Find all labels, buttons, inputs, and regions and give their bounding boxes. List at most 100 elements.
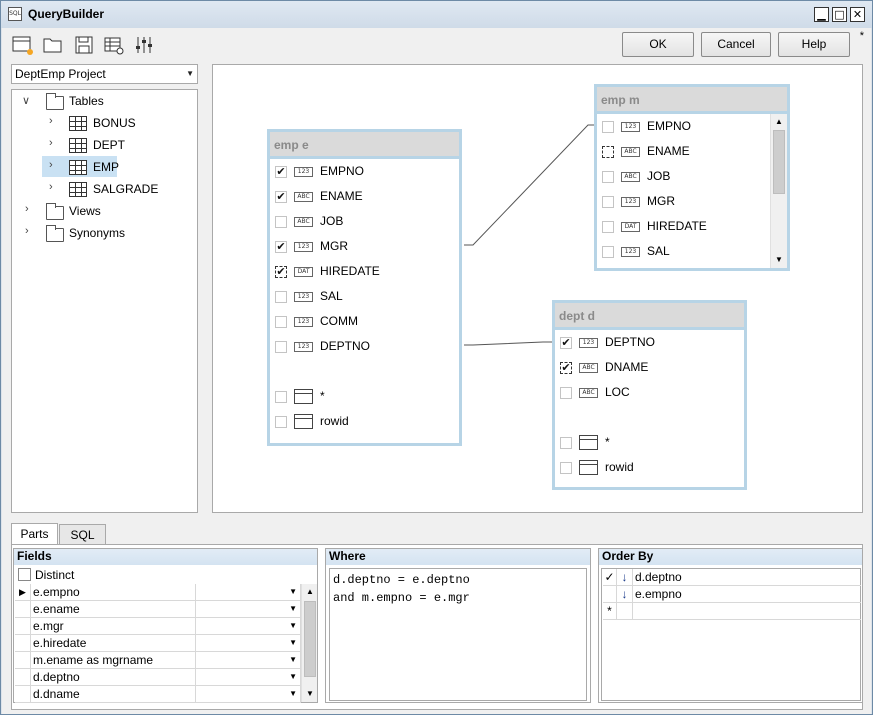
minimize-button[interactable]: ▁ xyxy=(814,7,829,22)
field-checkbox[interactable]: ✔ xyxy=(275,266,287,278)
rowid-row[interactable]: rowid xyxy=(270,409,459,434)
field-row-dname[interactable]: ✔ ABC DNAME xyxy=(555,355,744,380)
field-checkbox[interactable] xyxy=(602,171,614,183)
tree-node-synonyms[interactable]: Synonyms xyxy=(69,223,125,243)
chevron-right-icon[interactable]: › xyxy=(25,225,29,237)
table-row[interactable]: m.ename as mgrname ▼ xyxy=(15,652,301,669)
field-row-mgr[interactable]: 123 MGR xyxy=(597,189,787,214)
chevron-down-icon[interactable]: ▼ xyxy=(289,601,297,617)
orderby-field[interactable]: d.deptno xyxy=(633,569,861,586)
chevron-right-icon[interactable]: › xyxy=(49,137,53,149)
field-checkbox[interactable] xyxy=(275,416,287,428)
field-checkbox[interactable]: ✔ xyxy=(275,241,287,253)
table-emp-m-title[interactable]: emp m xyxy=(597,87,787,114)
star-row[interactable]: * xyxy=(555,430,744,455)
field-checkbox[interactable] xyxy=(602,246,614,258)
field-checkbox[interactable] xyxy=(560,387,572,399)
field-checkbox[interactable] xyxy=(602,121,614,133)
chevron-down-icon[interactable]: ▼ xyxy=(289,669,297,685)
field-checkbox[interactable] xyxy=(602,146,614,158)
field-alias-select[interactable]: ▼ xyxy=(196,635,301,652)
field-alias-select[interactable]: ▼ xyxy=(196,584,301,601)
field-row-sal[interactable]: 123 SAL xyxy=(597,239,787,264)
tree-node-views[interactable]: Views xyxy=(69,201,101,221)
cancel-button[interactable]: Cancel xyxy=(701,32,771,57)
maximize-button[interactable]: □ xyxy=(832,7,847,22)
field-expression[interactable]: e.mgr xyxy=(31,618,196,635)
table-dept-d-title[interactable]: dept d xyxy=(555,303,744,330)
fields-scrollbar[interactable]: ▲ ▼ xyxy=(301,584,317,702)
field-checkbox[interactable] xyxy=(275,216,287,228)
tree-node-tables[interactable]: Tables xyxy=(69,91,104,111)
chevron-down-icon[interactable]: ▼ xyxy=(289,652,297,668)
field-row-mgr[interactable]: ✔ 123 MGR xyxy=(270,234,459,259)
scroll-up-icon[interactable]: ▲ xyxy=(302,584,318,600)
field-alias-select[interactable]: ▼ xyxy=(196,601,301,618)
field-row-hiredate[interactable]: DAT HIREDATE xyxy=(597,214,787,239)
table-settings-icon[interactable] xyxy=(103,34,125,56)
field-row-empno[interactable]: 123 EMPNO xyxy=(597,114,787,139)
sliders-icon[interactable] xyxy=(133,34,155,56)
field-row-sal[interactable]: 123 SAL xyxy=(270,284,459,309)
table-emp-e[interactable]: emp e ✔ 123 EMPNO ✔ ABC ENAME ABC JOB ✔ 123 MGR ✔ DA… xyxy=(267,129,462,446)
orderby-field[interactable]: e.empno xyxy=(633,586,861,603)
field-checkbox[interactable] xyxy=(275,341,287,353)
tree-node-emp[interactable]: EMP xyxy=(93,157,119,177)
field-checkbox[interactable] xyxy=(275,291,287,303)
chevron-right-icon[interactable]: › xyxy=(25,203,29,215)
where-editor[interactable]: d.deptno = e.deptno and m.empno = e.mgr xyxy=(329,568,587,701)
table-row[interactable]: e.ename ▼ xyxy=(15,601,301,618)
star-row[interactable]: * xyxy=(270,384,459,409)
distinct-checkbox[interactable] xyxy=(18,568,31,581)
help-button[interactable]: Help xyxy=(778,32,850,57)
project-select[interactable]: DeptEmp Project ▼ xyxy=(11,64,198,84)
field-row-ename[interactable]: ABC ENAME xyxy=(597,139,787,164)
field-row-loc[interactable]: ABC LOC xyxy=(555,380,744,405)
rowid-row[interactable]: rowid xyxy=(555,455,744,480)
field-alias-select[interactable]: ▼ xyxy=(196,669,301,686)
field-checkbox[interactable] xyxy=(560,437,572,449)
field-row-comm[interactable]: 123 COMM xyxy=(270,309,459,334)
field-expression[interactable]: e.ename xyxy=(31,601,196,618)
field-checkbox[interactable] xyxy=(602,196,614,208)
field-alias-select[interactable]: ▼ xyxy=(196,652,301,669)
tree-node-bonus[interactable]: BONUS xyxy=(93,113,136,133)
diagram-canvas[interactable]: emp e ✔ 123 EMPNO ✔ ABC ENAME ABC JOB ✔ 123 MGR ✔ DA… xyxy=(212,64,863,513)
field-expression[interactable]: d.dname xyxy=(31,686,196,703)
field-row-ename[interactable]: ✔ ABC ENAME xyxy=(270,184,459,209)
field-row-deptno[interactable]: ✔ 123 DEPTNO xyxy=(555,330,744,355)
table-row[interactable]: d.dname ▼ xyxy=(15,686,301,703)
scrollbar-thumb[interactable] xyxy=(304,601,316,677)
field-checkbox[interactable] xyxy=(560,462,572,474)
open-folder-icon[interactable] xyxy=(42,34,64,56)
field-checkbox[interactable] xyxy=(275,391,287,403)
scroll-down-icon[interactable]: ▼ xyxy=(302,686,318,702)
table-emp-m[interactable]: emp m ▲ ▼ 123 EMPNO ABC ENAME ABC JOB 123 MGR DA… xyxy=(594,84,790,271)
orderby-field[interactable] xyxy=(633,603,861,620)
field-row-empno[interactable]: ✔ 123 EMPNO xyxy=(270,159,459,184)
field-row-job[interactable]: ABC JOB xyxy=(597,164,787,189)
new-query-icon[interactable] xyxy=(12,34,34,56)
table-row[interactable]: e.hiredate ▼ xyxy=(15,635,301,652)
field-expression[interactable]: d.deptno xyxy=(31,669,196,686)
tab-parts[interactable]: Parts xyxy=(11,523,58,545)
sort-ascending-icon[interactable]: ↓ xyxy=(617,586,633,603)
field-alias-select[interactable]: ▼ xyxy=(196,686,301,703)
table-row[interactable]: d.deptno ▼ xyxy=(15,669,301,686)
field-checkbox[interactable]: ✔ xyxy=(560,362,572,374)
table-row[interactable]: ✓ ↓ d.deptno xyxy=(603,569,861,586)
table-row[interactable]: ▶ e.empno ▼ xyxy=(15,584,301,601)
table-row[interactable]: e.mgr ▼ xyxy=(15,618,301,635)
field-alias-select[interactable]: ▼ xyxy=(196,618,301,635)
field-row-deptno[interactable]: 123 DEPTNO xyxy=(270,334,459,359)
sort-ascending-icon[interactable]: ↓ xyxy=(617,569,633,586)
table-emp-e-title[interactable]: emp e xyxy=(270,132,459,159)
chevron-down-icon[interactable]: ▼ xyxy=(289,618,297,634)
chevron-down-icon[interactable]: ▼ xyxy=(289,584,297,600)
tree-node-dept[interactable]: DEPT xyxy=(93,135,125,155)
tab-sql[interactable]: SQL xyxy=(59,524,106,545)
save-icon[interactable] xyxy=(73,34,95,56)
field-row-hiredate[interactable]: ✔ DAT HIREDATE xyxy=(270,259,459,284)
chevron-right-icon[interactable]: › xyxy=(49,181,53,193)
chevron-down-icon[interactable]: ∨ xyxy=(22,94,30,107)
